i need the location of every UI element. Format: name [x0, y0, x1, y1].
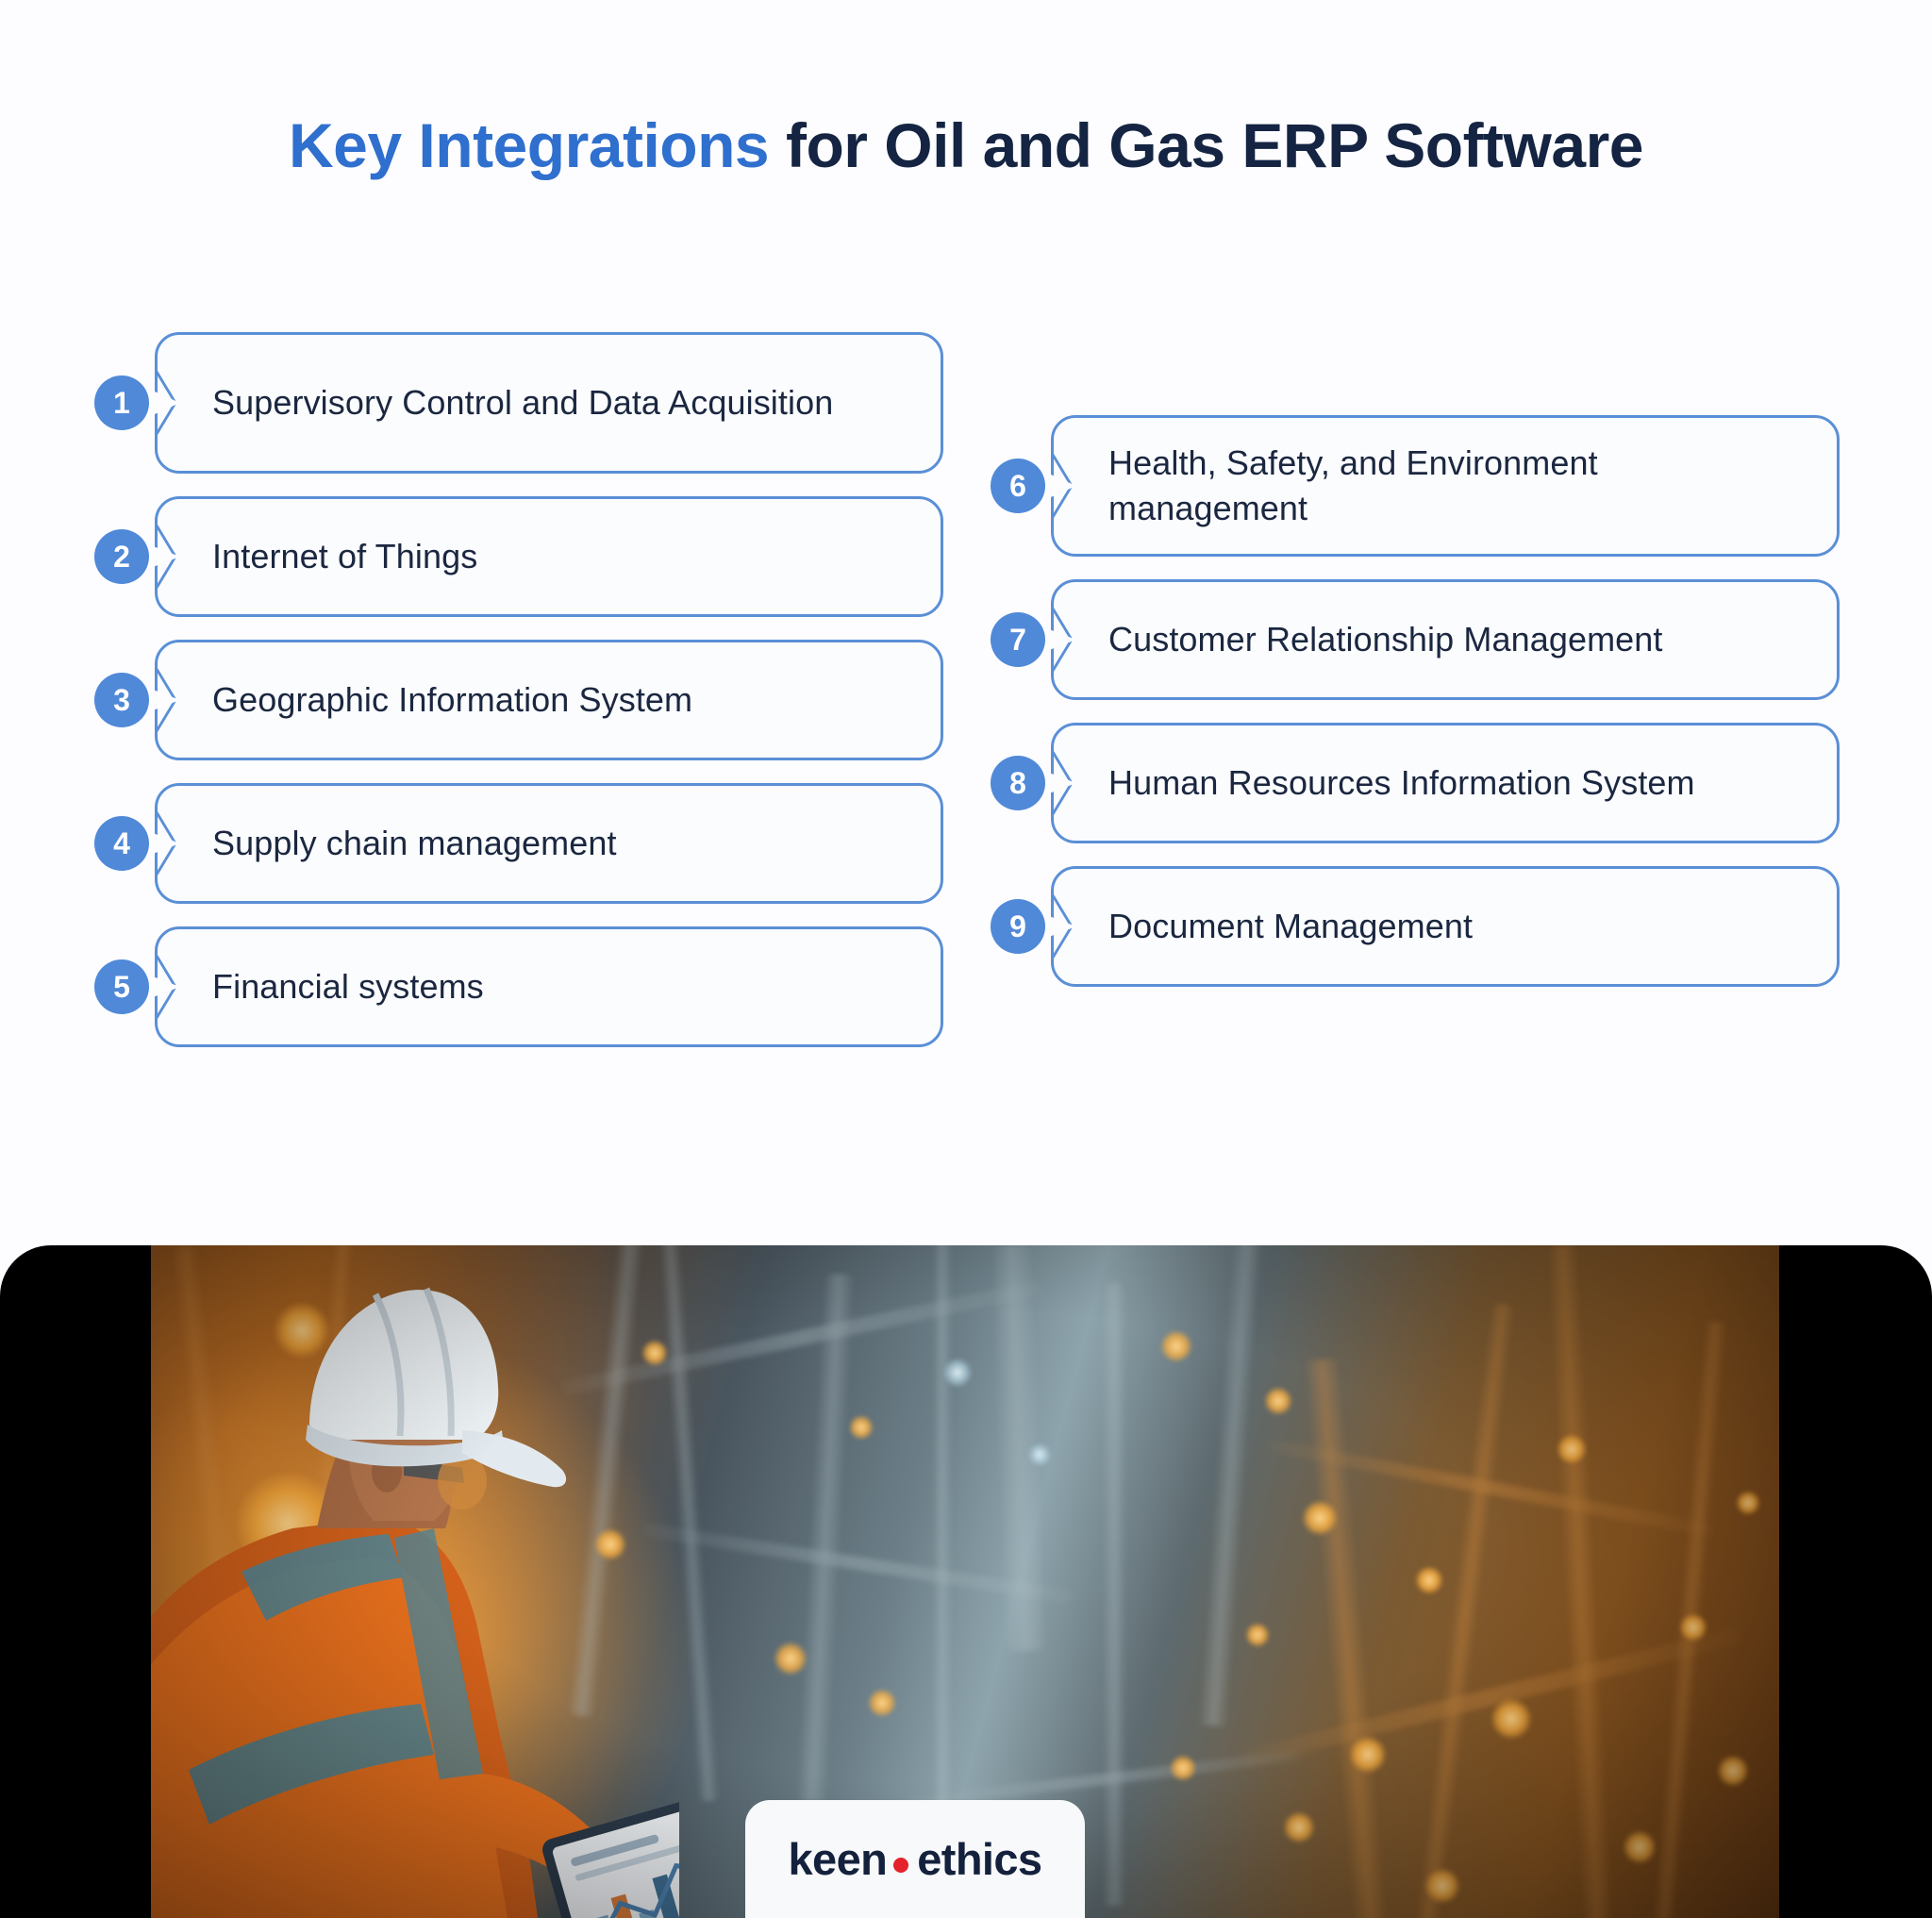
list-item[interactable]: 9 Document Management [991, 866, 1840, 987]
list-item[interactable]: 2 Internet of Things [94, 496, 943, 617]
item-card[interactable]: Customer Relationship Management [1051, 579, 1840, 700]
card-notch-decoration [1051, 726, 1089, 841]
list-item[interactable]: 5 Financial systems [94, 926, 943, 1047]
item-number-badge: 8 [991, 756, 1045, 810]
list-item[interactable]: 6 Health, Safety, and Environment manage… [991, 415, 1840, 557]
item-label: Document Management [1108, 907, 1474, 946]
card-notch-decoration [155, 642, 192, 758]
item-number-badge: 3 [94, 673, 149, 727]
card-notch-decoration [155, 335, 192, 471]
card-notch-decoration [155, 929, 192, 1044]
logo-text-part1: keen [788, 1834, 888, 1884]
page-title: Key Integrations for Oil and Gas ERP Sof… [0, 111, 1932, 180]
item-label: Financial systems [212, 967, 484, 1007]
logo-dot-icon [893, 1857, 909, 1873]
item-card[interactable]: Internet of Things [155, 496, 943, 617]
item-card[interactable]: Supply chain management [155, 783, 943, 904]
item-label: Supply chain management [212, 824, 617, 863]
item-card[interactable]: Supervisory Control and Data Acquisition [155, 332, 943, 474]
item-number-badge: 4 [94, 816, 149, 871]
item-card[interactable]: Human Resources Information System [1051, 723, 1840, 843]
logo-text-part2: ethics [917, 1834, 1042, 1884]
item-label: Human Resources Information System [1108, 763, 1695, 803]
item-card[interactable]: Financial systems [155, 926, 943, 1047]
card-notch-decoration [155, 786, 192, 901]
card-notch-decoration [155, 499, 192, 614]
item-number-badge: 7 [991, 612, 1045, 667]
item-label: Health, Safety, and Environment manageme… [1108, 443, 1598, 527]
item-card[interactable]: Geographic Information System [155, 640, 943, 760]
item-label: Geographic Information System [212, 680, 693, 720]
list-item[interactable]: 3 Geographic Information System [94, 640, 943, 760]
list-item[interactable]: 4 Supply chain management [94, 783, 943, 904]
item-label: Supervisory Control and Data Acquisition [212, 383, 834, 423]
item-card[interactable]: Health, Safety, and Environment manageme… [1051, 415, 1840, 557]
logo-text: keen ethics [788, 1833, 1043, 1885]
right-column: 6 Health, Safety, and Environment manage… [991, 415, 1840, 987]
item-label: Customer Relationship Management [1108, 620, 1663, 659]
page-title-rest: for Oil and Gas ERP Software [769, 110, 1644, 180]
card-notch-decoration [1051, 418, 1089, 554]
item-number-badge: 2 [94, 529, 149, 584]
list-item[interactable]: 1 Supervisory Control and Data Acquisiti… [94, 332, 943, 474]
item-number-badge: 6 [991, 459, 1045, 513]
infographic-page: Key Integrations for Oil and Gas ERP Sof… [0, 0, 1932, 1918]
item-card[interactable]: Document Management [1051, 866, 1840, 987]
list-item[interactable]: 7 Customer Relationship Management [991, 579, 1840, 700]
page-title-accent: Key Integrations [289, 110, 770, 180]
item-number-badge: 9 [991, 899, 1045, 954]
card-notch-decoration [1051, 869, 1089, 984]
keen-ethics-logo[interactable]: keen ethics [745, 1800, 1085, 1918]
list-item[interactable]: 8 Human Resources Information System [991, 723, 1840, 843]
item-label: Internet of Things [212, 537, 478, 576]
card-notch-decoration [1051, 582, 1089, 697]
left-column: 1 Supervisory Control and Data Acquisiti… [94, 332, 943, 1047]
item-number-badge: 5 [94, 959, 149, 1014]
item-number-badge: 1 [94, 375, 149, 430]
